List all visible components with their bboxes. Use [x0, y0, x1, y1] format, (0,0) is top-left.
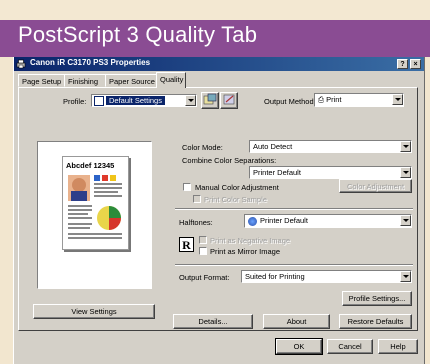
output-format-value: Suited for Printing [245, 272, 305, 281]
edit-profile-button[interactable] [220, 92, 238, 109]
profile-label: Profile: [63, 97, 87, 106]
add-profile-button[interactable] [201, 92, 219, 109]
profile-select[interactable]: Default Settings [91, 94, 197, 107]
halftones-select[interactable]: Printer Default [244, 214, 412, 228]
negative-image-label: Print as Negative Image [210, 236, 291, 245]
chevron-down-icon [185, 95, 196, 106]
color-mode-select[interactable]: Auto Detect [249, 140, 412, 153]
restore-defaults-button[interactable]: Restore Defaults [339, 314, 412, 329]
negative-image-checkbox[interactable] [199, 236, 207, 244]
print-color-sample-label: Print Color Sample [204, 195, 267, 204]
combine-value: Printer Default [253, 168, 301, 177]
properties-dialog: Canon iR C3170 PS3 Properties ? × Page S… [13, 57, 425, 364]
details-button[interactable]: Details... [173, 314, 253, 329]
add-profile-icon [203, 93, 217, 105]
profile-value: Default Settings [106, 96, 165, 105]
chevron-down-icon [400, 141, 411, 152]
banner: PostScript 3 Quality Tab [0, 0, 430, 57]
manual-color-checkbox[interactable] [183, 183, 191, 191]
mirror-image-label: Print as Mirror Image [210, 247, 281, 256]
title-bar[interactable]: Canon iR C3170 PS3 Properties ? × [14, 57, 424, 71]
output-format-select[interactable]: Suited for Printing [241, 270, 412, 283]
print-color-sample-checkbox[interactable] [193, 195, 201, 203]
printer-small-icon: ⎙ [318, 95, 324, 104]
color-adjustment-button[interactable]: Color Adjustment [339, 179, 412, 193]
tab-quality[interactable]: Quality [156, 72, 186, 88]
chevron-down-icon [400, 167, 411, 178]
printer-icon [16, 59, 26, 69]
preview-image [68, 175, 122, 239]
chevron-down-icon [400, 271, 411, 282]
preview-area: Abcdef 12345 [37, 141, 152, 289]
combine-label: Combine Color Separations: [182, 156, 277, 165]
color-mode-label: Color Mode: [182, 143, 223, 152]
output-format-label: Output Format: [179, 273, 230, 282]
tab-page-setup[interactable]: Page Setup [18, 74, 65, 87]
help-title-button[interactable]: ? [397, 59, 408, 69]
ok-button[interactable]: OK [275, 338, 323, 355]
chevron-down-icon [392, 94, 403, 105]
halftone-icon [248, 216, 257, 226]
quality-panel: Profile: Default Settings Output Method:… [18, 87, 418, 331]
output-method-label: Output Method: [264, 97, 316, 106]
output-method-select[interactable]: ⎙ Print [314, 93, 404, 107]
preview-page: Abcdef 12345 [62, 156, 129, 250]
tab-finishing[interactable]: Finishing [64, 74, 106, 87]
halftones-label: Halftones: [179, 218, 213, 227]
color-mode-value: Auto Detect [253, 142, 293, 151]
help-button[interactable]: Help [378, 339, 418, 354]
mirror-image-checkbox[interactable] [199, 247, 207, 255]
tab-paper-source[interactable]: Paper Source [105, 74, 157, 87]
output-method-value: Print [326, 95, 342, 104]
banner-title: PostScript 3 Quality Tab [18, 22, 258, 47]
manual-color-label: Manual Color Adjustment [195, 183, 279, 192]
window-title: Canon iR C3170 PS3 Properties [30, 58, 151, 67]
cancel-button[interactable]: Cancel [327, 339, 373, 354]
separator [175, 208, 413, 210]
mirror-preview-icon: R [179, 237, 194, 252]
preview-sample-text: Abcdef 12345 [66, 161, 115, 170]
halftones-value: Printer Default [260, 216, 308, 225]
view-settings-button[interactable]: View Settings [33, 304, 155, 319]
chevron-down-icon [400, 215, 411, 226]
combine-select[interactable]: Printer Default [249, 166, 412, 179]
profile-settings-button[interactable]: Profile Settings... [342, 291, 412, 306]
profile-icon [94, 96, 104, 106]
separator [175, 264, 413, 266]
about-button[interactable]: About [263, 314, 330, 329]
close-title-button[interactable]: × [410, 59, 421, 69]
edit-profile-icon [223, 94, 235, 105]
